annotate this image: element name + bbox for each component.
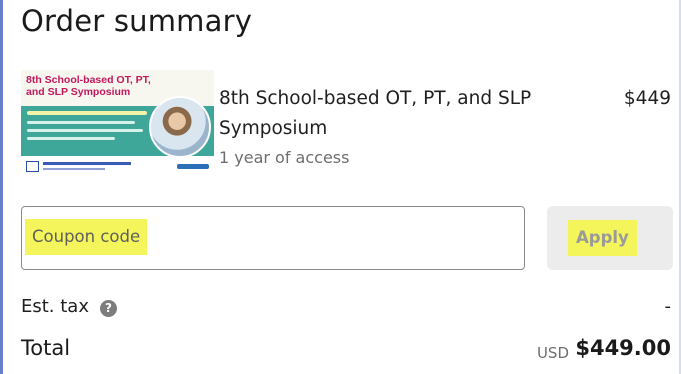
thumbnail-footer bbox=[21, 156, 214, 178]
thumbnail-text-line bbox=[27, 129, 143, 132]
est-tax-value: - bbox=[664, 296, 672, 317]
apply-button-label: Apply bbox=[568, 220, 637, 256]
thumbnail-footer-line bbox=[43, 168, 105, 170]
order-summary-panel: Order summary 8th School-based OT, PT, a… bbox=[0, 0, 681, 374]
apply-coupon-button[interactable]: Apply bbox=[547, 206, 673, 270]
panel-left-border bbox=[0, 0, 3, 374]
est-tax-label: Est. tax bbox=[21, 296, 89, 317]
thumbnail-brand-mark bbox=[177, 164, 209, 169]
total-label: Total bbox=[21, 336, 71, 360]
question-circle-icon[interactable]: ? bbox=[100, 300, 117, 317]
total-amount: $449.00 bbox=[575, 336, 671, 360]
product-name: 8th School-based OT, PT, and SLP Symposi… bbox=[219, 88, 532, 139]
thumbnail-text-line bbox=[27, 121, 135, 124]
total-currency: USD bbox=[536, 344, 569, 362]
coupon-placeholder: Coupon code bbox=[25, 219, 148, 255]
thumbnail-photo bbox=[149, 96, 211, 158]
page-title: Order summary bbox=[21, 4, 253, 38]
product-thumbnail: 8th School-based OT, PT, and SLP Symposi… bbox=[21, 70, 214, 178]
thumbnail-text-line bbox=[27, 111, 147, 115]
product-price: $449 bbox=[623, 88, 671, 109]
thumbnail-heading: 8th School-based OT, PT, and SLP Symposi… bbox=[26, 74, 151, 98]
thumbnail-logo-icon bbox=[26, 161, 39, 172]
product-access: 1 year of access bbox=[219, 148, 350, 167]
thumbnail-footer-line bbox=[43, 162, 131, 165]
coupon-code-input[interactable]: Coupon code bbox=[21, 206, 525, 270]
thumbnail-text-line bbox=[27, 137, 115, 140]
